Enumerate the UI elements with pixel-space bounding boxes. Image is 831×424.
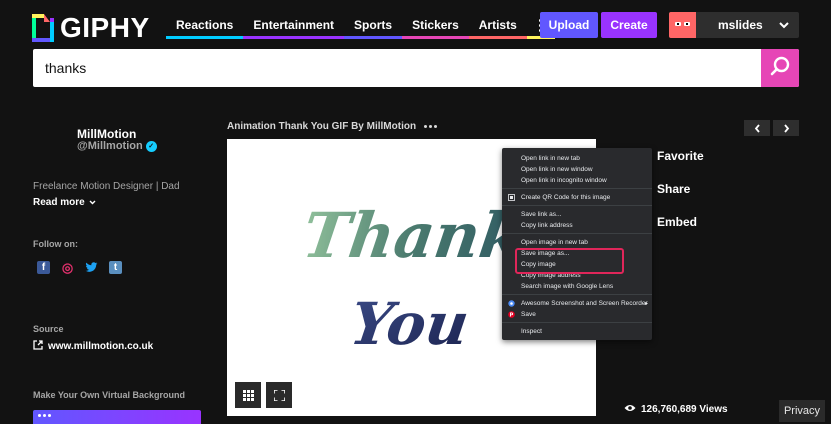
menu-separator <box>502 322 652 323</box>
ctx-awesome-screenshot[interactable]: Awesome Screenshot and Screen Recorder ▸ <box>502 298 652 309</box>
ctx-save-link[interactable]: Save link as... <box>502 209 652 220</box>
nav-item-stickers[interactable]: Stickers <box>402 12 469 39</box>
nav-item-label: Reactions <box>176 18 234 32</box>
search-input[interactable] <box>33 49 761 87</box>
menu-separator <box>502 205 652 206</box>
source-label: Source <box>33 324 64 334</box>
ctx-label: Save <box>521 311 536 318</box>
read-more-button[interactable]: Read more <box>33 197 96 208</box>
fullscreen-icon <box>273 389 285 401</box>
nav-underline <box>402 36 469 39</box>
nav-item-label: Sports <box>354 18 393 32</box>
nav-item-label: Stickers <box>412 18 459 32</box>
search-button[interactable] <box>761 49 799 87</box>
svg-text:P: P <box>509 313 513 319</box>
promo-label: Make Your Own Virtual Background <box>33 390 186 400</box>
qr-code-icon <box>507 194 515 202</box>
nav-underline <box>166 36 244 39</box>
pinterest-icon: P <box>507 311 515 319</box>
promo-banner[interactable] <box>33 410 201 424</box>
view-count-text: 126,760,689 Views <box>641 404 728 415</box>
favorite-button[interactable]: Favorite <box>657 149 704 163</box>
nav-item-artists[interactable]: Artists <box>468 12 527 39</box>
ctx-copy-link[interactable]: Copy link address <box>502 220 652 231</box>
menu-separator <box>502 188 652 189</box>
verified-icon: ✓ <box>145 140 157 152</box>
chevron-down-icon <box>89 197 96 208</box>
read-more-label: Read more <box>33 197 85 208</box>
submenu-arrow-icon: ▸ <box>644 301 648 307</box>
ctx-open-new-window[interactable]: Open link in new window <box>502 164 652 175</box>
nav-underline <box>468 36 527 39</box>
ctx-open-image[interactable]: Open image in new tab <box>502 237 652 248</box>
nav-item-entertainment[interactable]: Entertainment <box>243 12 345 39</box>
creator-name[interactable]: MillMotion <box>77 127 136 141</box>
external-link-icon <box>33 340 43 353</box>
search-bar <box>33 49 799 87</box>
nav-item-sports[interactable]: Sports <box>344 12 403 39</box>
gif-title-text: Animation Thank You GIF By MillMotion <box>227 121 417 132</box>
nav-item-reactions[interactable]: Reactions <box>166 12 244 39</box>
upload-button[interactable]: Upload <box>540 12 598 38</box>
facebook-icon[interactable]: f <box>37 261 50 274</box>
fullscreen-button[interactable] <box>266 382 292 408</box>
ctx-label: Create QR Code for this image <box>521 194 611 201</box>
nav-item-label: Artists <box>478 18 517 32</box>
username: mslides <box>718 18 763 32</box>
share-button[interactable]: Share <box>657 182 690 196</box>
create-button[interactable]: Create <box>601 12 657 38</box>
privacy-button[interactable]: Privacy <box>779 400 825 422</box>
giphy-logo-text: GIPHY <box>60 12 150 43</box>
annotation-highlight-box <box>515 248 624 274</box>
twitter-icon[interactable] <box>85 261 98 274</box>
gif-text-line2: You <box>346 289 473 358</box>
browser-context-menu: Open link in new tab Open link in new wi… <box>502 148 652 340</box>
menu-separator <box>502 233 652 234</box>
nav-item-label: Entertainment <box>253 18 335 32</box>
more-options-icon[interactable] <box>424 125 438 128</box>
ctx-pinterest-save[interactable]: P Save <box>502 309 652 320</box>
ctx-google-lens[interactable]: Search image with Google Lens <box>502 281 652 292</box>
giphy-logo-icon <box>32 14 54 42</box>
chevron-down-icon <box>779 18 799 32</box>
nav-underline <box>344 36 403 39</box>
next-gif-button[interactable] <box>773 120 799 136</box>
search-icon <box>769 55 791 82</box>
grid-icon <box>242 389 254 401</box>
ctx-create-qr[interactable]: Create QR Code for this image <box>502 192 652 203</box>
ctx-open-new-tab[interactable]: Open link in new tab <box>502 153 652 164</box>
ctx-inspect[interactable]: Inspect <box>502 326 652 337</box>
follow-on-label: Follow on: <box>33 239 78 249</box>
user-menu[interactable]: mslides <box>669 12 799 38</box>
creator-bio: Freelance Motion Designer | Dad <box>33 181 180 192</box>
menu-separator <box>502 294 652 295</box>
eye-icon <box>624 404 636 415</box>
nav-underline <box>243 36 345 39</box>
screenshot-ext-icon <box>507 300 515 308</box>
creator-handle: @Millmotion ✓ <box>77 140 157 152</box>
social-links: f ◎ t <box>37 260 122 275</box>
source-url: www.millmotion.co.uk <box>48 341 154 352</box>
ctx-open-incognito[interactable]: Open link in incognito window <box>502 175 652 186</box>
avatar <box>669 12 696 38</box>
main-nav: Reactions Entertainment Sports Stickers … <box>166 12 555 39</box>
tumblr-icon[interactable]: t <box>109 261 122 274</box>
view-count: 126,760,689 Views <box>624 404 728 415</box>
creator-handle-text: @Millmotion <box>77 140 143 152</box>
source-link[interactable]: www.millmotion.co.uk <box>33 340 153 353</box>
giphy-logo[interactable]: GIPHY <box>32 12 150 44</box>
gif-text-line1: Thank <box>298 199 528 272</box>
instagram-icon[interactable]: ◎ <box>61 260 74 275</box>
prev-gif-button[interactable] <box>744 120 770 136</box>
grid-view-button[interactable] <box>235 382 261 408</box>
ctx-label: Awesome Screenshot and Screen Recorder <box>521 300 648 307</box>
gif-title: Animation Thank You GIF By MillMotion <box>227 121 438 132</box>
embed-button[interactable]: Embed <box>657 215 697 229</box>
